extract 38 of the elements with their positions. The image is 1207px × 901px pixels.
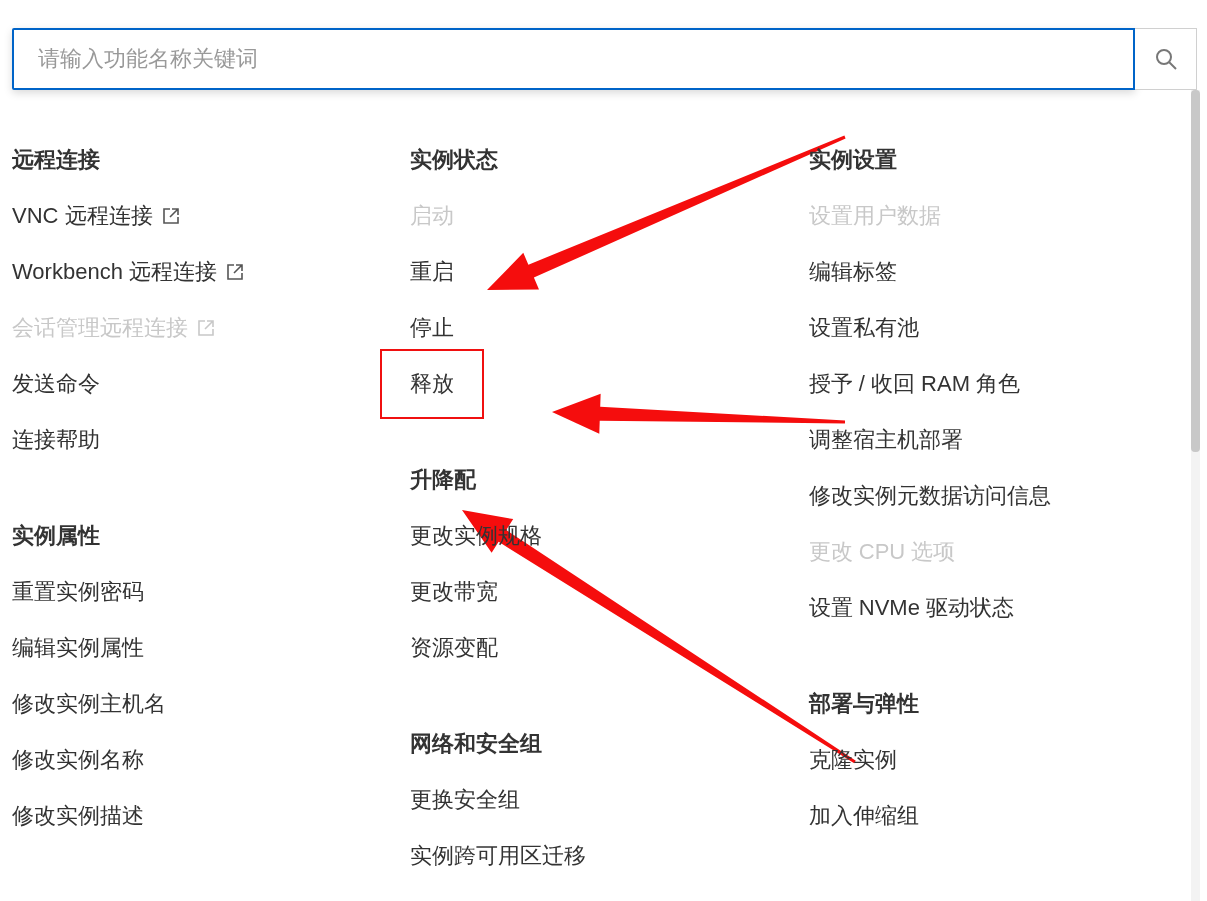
menu-item[interactable]: 设置私有池	[808, 313, 919, 343]
menu-item[interactable]: 调整宿主机部署	[808, 425, 963, 455]
menu-item[interactable]: 设置 NVMe 驱动状态	[808, 593, 1014, 623]
menu-item[interactable]: 重置实例密码	[12, 577, 144, 607]
external-link-icon	[160, 206, 181, 226]
menu-item[interactable]: 编辑实例属性	[12, 633, 144, 663]
menu-item[interactable]: 实例跨可用区迁移	[410, 841, 587, 868]
menu-item[interactable]: 修改实例元数据访问信息	[808, 481, 1051, 511]
search-icon	[1153, 47, 1178, 71]
section-heading: 实例状态	[410, 146, 499, 174]
menu-item[interactable]: 释放	[380, 349, 485, 419]
menu-item[interactable]: VNC 远程连接	[12, 201, 181, 231]
menu-item[interactable]: 更改带宽	[410, 577, 499, 607]
menu-item[interactable]: 连接帮助	[12, 425, 100, 455]
menu-item[interactable]: 编辑标签	[808, 257, 897, 287]
section-heading: 实例属性	[12, 522, 100, 550]
menu-item[interactable]: 加入伸缩组	[808, 801, 919, 831]
menu-item[interactable]: 修改实例描述	[12, 801, 144, 831]
menu-item[interactable]: 资源变配	[410, 633, 499, 663]
section-heading: 网络和安全组	[410, 730, 543, 758]
search-field[interactable]: 请输入功能名称关键词	[12, 28, 1135, 90]
menu-item[interactable]: 克隆实例	[808, 745, 897, 775]
scrollbar[interactable]	[1191, 90, 1200, 901]
menu-item[interactable]: 停止	[410, 313, 455, 343]
menu-item[interactable]: 修改实例主机名	[12, 689, 166, 719]
external-link-icon	[196, 318, 216, 338]
section-heading: 远程连接	[12, 146, 100, 174]
menu-item[interactable]: 更换安全组	[410, 785, 521, 815]
menu-item[interactable]: 修改实例名称	[12, 745, 144, 775]
section-heading: 实例设置	[808, 146, 897, 174]
external-link-icon	[225, 262, 245, 282]
menu-item[interactable]: 重启	[410, 257, 455, 287]
menu-item[interactable]: Workbench 远程连接	[12, 257, 245, 287]
section-heading: 部署与弹性	[808, 690, 919, 718]
menu-item[interactable]: 授予 / 收回 RAM 角色	[808, 369, 1021, 399]
section-heading: 升降配	[410, 466, 477, 494]
search-button[interactable]	[1135, 28, 1197, 90]
menu-item[interactable]: 发送命令	[12, 369, 100, 399]
